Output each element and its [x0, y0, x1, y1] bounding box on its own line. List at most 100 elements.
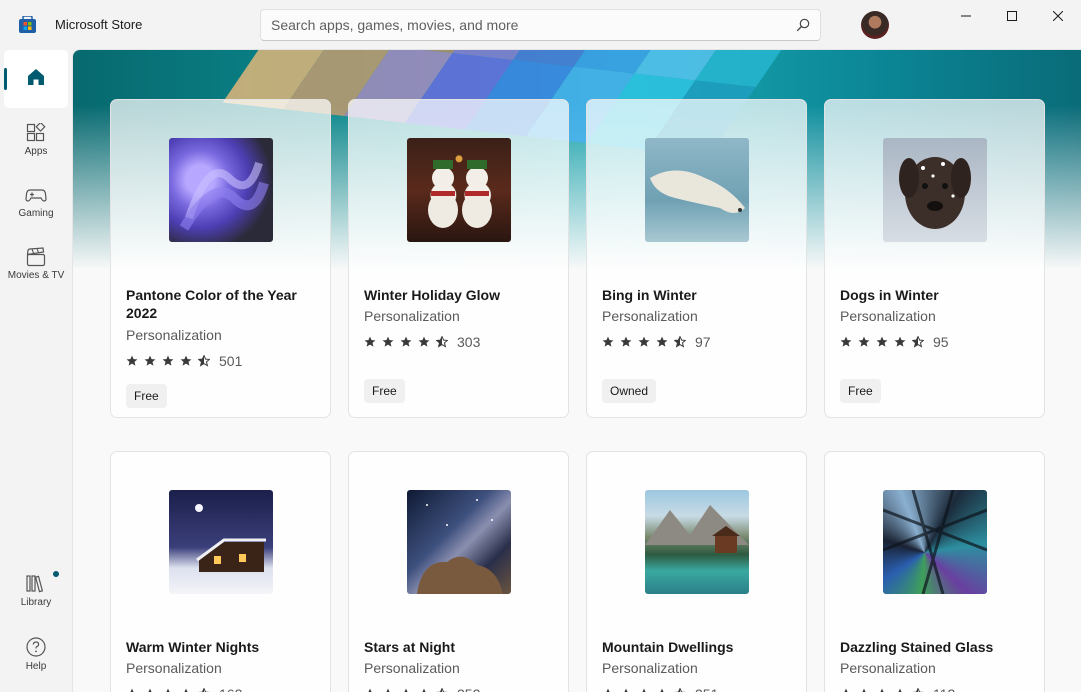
store-logo-icon: [19, 16, 36, 33]
maximize-button[interactable]: [989, 0, 1035, 32]
rating-stars: 501: [126, 353, 242, 369]
mountain-lake-image: [645, 505, 749, 553]
product-thumbnail: [883, 138, 987, 242]
star-full-icon: [166, 688, 170, 692]
star-full-icon: [180, 355, 192, 366]
product-thumbnail: [169, 138, 273, 242]
product-card[interactable]: Mountain Dwellings Personalization 251: [586, 451, 807, 692]
rating-stars: 112: [840, 686, 955, 692]
close-icon: [1053, 11, 1063, 21]
pantone-wave-image: [179, 161, 269, 231]
product-title: Dogs in Winter: [840, 287, 939, 303]
sidebar-item-label: Gaming: [18, 208, 54, 219]
product-thumbnail: [645, 490, 749, 594]
star-full-icon: [386, 688, 390, 692]
star-full-icon: [894, 336, 906, 347]
user-avatar[interactable]: [861, 11, 889, 39]
star-full-icon: [642, 688, 646, 692]
sidebar-item-movies-tv[interactable]: Movies & TV: [4, 239, 68, 297]
product-title: Warm Winter Nights: [126, 639, 260, 655]
cabin-image: [195, 504, 266, 572]
search-input[interactable]: [271, 10, 781, 40]
sidebar-item-label: Apps: [24, 146, 48, 157]
close-button[interactable]: [1035, 0, 1081, 32]
minimize-button[interactable]: [943, 0, 989, 32]
star-half-icon: [198, 355, 210, 367]
star-full-icon: [862, 688, 866, 692]
sidebar-item-home[interactable]: [4, 50, 68, 108]
star-full-icon: [638, 336, 650, 347]
star-half-icon: [674, 336, 686, 348]
search-box[interactable]: [260, 9, 821, 41]
product-thumbnail: [407, 490, 511, 594]
title-bar: Microsoft Store: [0, 0, 1081, 49]
price-badge: Free: [840, 379, 881, 403]
product-title: Winter Holiday Glow: [364, 287, 500, 303]
apps-icon: [26, 123, 46, 142]
sidebar-item-label: Movies & TV: [7, 270, 65, 281]
product-card[interactable]: Stars at Night Personalization 252: [348, 451, 569, 692]
rating-stars: 251: [602, 686, 718, 692]
star-full-icon: [656, 336, 668, 347]
sidebar-item-help[interactable]: Help: [4, 628, 68, 686]
star-full-icon: [840, 336, 852, 347]
star-full-icon: [844, 688, 848, 692]
product-category: Personalization: [602, 660, 698, 676]
stars-arch-image: [417, 499, 503, 594]
sidebar-item-apps[interactable]: Apps: [4, 115, 68, 173]
product-card[interactable]: Pantone Color of the Year 2022 Personali…: [110, 99, 331, 418]
gamepad-icon: [25, 189, 47, 202]
star-half-icon: [674, 688, 686, 692]
rating-count: 162: [219, 686, 242, 692]
product-card[interactable]: Warm Winter Nights Personalization 162: [110, 451, 331, 692]
rating-count: 303: [457, 334, 481, 350]
product-card[interactable]: Dogs in Winter Personalization 95 Free: [824, 99, 1045, 418]
star-full-icon: [382, 336, 394, 347]
help-icon: [26, 637, 46, 657]
star-full-icon: [148, 688, 152, 692]
star-full-icon: [144, 355, 156, 366]
rating-count: 97: [695, 334, 711, 350]
star-full-icon: [876, 336, 888, 347]
product-thumbnail: [883, 490, 987, 594]
maximize-icon: [1007, 11, 1017, 21]
product-thumbnail: [169, 490, 273, 594]
star-half-icon: [912, 688, 924, 692]
product-category: Personalization: [840, 308, 936, 324]
rating-count: 112: [933, 686, 955, 692]
library-update-badge: [53, 571, 59, 577]
product-card[interactable]: Dazzling Stained Glass Personalization 1…: [824, 451, 1045, 692]
polar-bear-image: [650, 170, 745, 213]
star-full-icon: [660, 688, 664, 692]
star-half-icon: [912, 336, 924, 348]
search-icon[interactable]: [796, 18, 810, 32]
rating-count: 501: [219, 353, 243, 369]
home-icon: [28, 69, 44, 85]
sidebar-item-gaming[interactable]: Gaming: [4, 177, 68, 235]
app-title: Microsoft Store: [55, 17, 143, 32]
product-thumbnail: [645, 138, 749, 242]
product-category: Personalization: [126, 660, 222, 676]
star-full-icon: [620, 336, 632, 347]
star-full-icon: [858, 336, 870, 347]
product-card[interactable]: Bing in Winter Personalization 97 Owned: [586, 99, 807, 418]
product-title: Pantone Color of the Year 2022: [126, 287, 297, 321]
star-full-icon: [364, 336, 376, 347]
sidebar-item-label: Help: [25, 661, 47, 672]
rating-stars: 95: [840, 334, 949, 350]
product-category: Personalization: [364, 308, 460, 324]
star-full-icon: [880, 688, 884, 692]
minimize-icon: [961, 15, 971, 17]
star-full-icon: [606, 688, 610, 692]
dog-image: [899, 157, 971, 229]
product-card[interactable]: Winter Holiday Glow Personalization 303 …: [348, 99, 569, 418]
rating-stars: 162: [126, 686, 242, 692]
star-full-icon: [422, 688, 426, 692]
sidebar-item-label: Library: [20, 597, 52, 608]
star-full-icon: [184, 688, 188, 692]
rating-stars: 252: [364, 686, 480, 692]
product-title: Stars at Night: [364, 639, 456, 655]
product-category: Personalization: [840, 660, 936, 676]
snowman-image: [428, 160, 492, 228]
star-full-icon: [418, 336, 430, 347]
